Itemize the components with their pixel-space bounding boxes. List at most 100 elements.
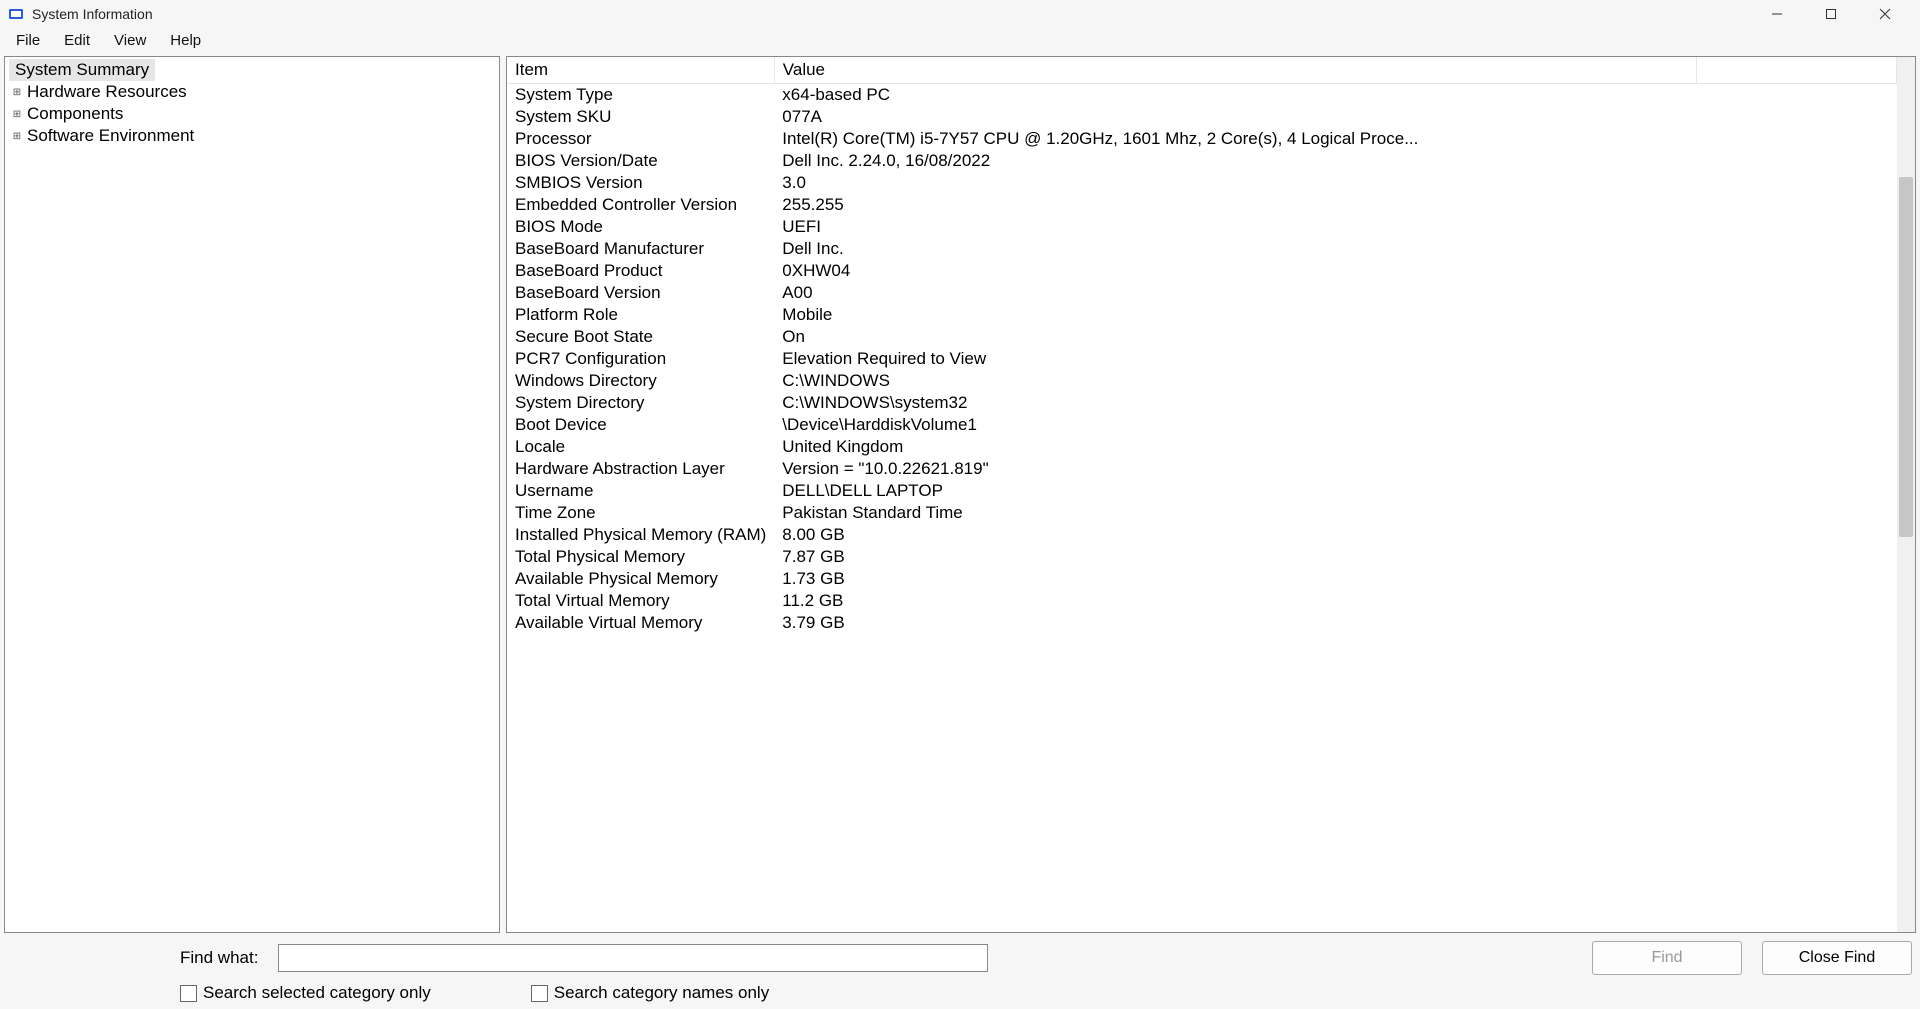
checkbox-label: Search selected category only xyxy=(203,983,431,1003)
scrollbar-thumb[interactable] xyxy=(1899,177,1913,537)
cell-value: DELL\DELL LAPTOP xyxy=(774,480,1696,502)
tree-item[interactable]: ⊞ Software Environment xyxy=(9,125,495,147)
table-row[interactable]: System DirectoryC:\WINDOWS\system32 xyxy=(507,392,1897,414)
table-row[interactable]: System SKU077A xyxy=(507,106,1897,128)
column-header-blank[interactable] xyxy=(1697,57,1897,84)
table-row[interactable]: ProcessorIntel(R) Core(TM) i5-7Y57 CPU @… xyxy=(507,128,1897,150)
cell-item: System Directory xyxy=(507,392,774,414)
table-row[interactable]: Available Virtual Memory3.79 GB xyxy=(507,612,1897,634)
find-what-label: Find what: xyxy=(180,948,258,968)
cell-value: C:\WINDOWS xyxy=(774,370,1696,392)
cell-item: Available Physical Memory xyxy=(507,568,774,590)
cell-item: Platform Role xyxy=(507,304,774,326)
cell-value: UEFI xyxy=(774,216,1696,238)
cell-item: Hardware Abstraction Layer xyxy=(507,458,774,480)
table-row[interactable]: PCR7 ConfigurationElevation Required to … xyxy=(507,348,1897,370)
table-row[interactable]: Installed Physical Memory (RAM)8.00 GB xyxy=(507,524,1897,546)
cell-value: Version = "10.0.22621.819" xyxy=(774,458,1696,480)
find-panel: Find what: Find Close Find Search select… xyxy=(0,933,1920,1009)
cell-value: \Device\HarddiskVolume1 xyxy=(774,414,1696,436)
column-header-item[interactable]: Item xyxy=(507,57,774,84)
cell-item: Username xyxy=(507,480,774,502)
table-row[interactable]: Platform RoleMobile xyxy=(507,304,1897,326)
table-row[interactable]: Embedded Controller Version255.255 xyxy=(507,194,1897,216)
table-row[interactable]: BIOS Version/DateDell Inc. 2.24.0, 16/08… xyxy=(507,150,1897,172)
menu-help[interactable]: Help xyxy=(158,30,213,51)
table-row[interactable]: SMBIOS Version3.0 xyxy=(507,172,1897,194)
table-row[interactable]: Time ZonePakistan Standard Time xyxy=(507,502,1897,524)
checkbox-icon xyxy=(180,985,197,1002)
cell-value: 077A xyxy=(774,106,1696,128)
cell-item: Locale xyxy=(507,436,774,458)
table-row[interactable]: BaseBoard Product0XHW04 xyxy=(507,260,1897,282)
cell-item: BIOS Version/Date xyxy=(507,150,774,172)
expand-icon[interactable]: ⊞ xyxy=(11,87,23,98)
titlebar: System Information xyxy=(0,0,1920,28)
cell-value: Mobile xyxy=(774,304,1696,326)
cell-value: 8.00 GB xyxy=(774,524,1696,546)
table-row[interactable]: Total Physical Memory7.87 GB xyxy=(507,546,1897,568)
table-row[interactable]: Available Physical Memory1.73 GB xyxy=(507,568,1897,590)
table-row[interactable]: Windows DirectoryC:\WINDOWS xyxy=(507,370,1897,392)
expand-icon[interactable]: ⊞ xyxy=(11,131,23,142)
cell-item: Installed Physical Memory (RAM) xyxy=(507,524,774,546)
cell-value: Pakistan Standard Time xyxy=(774,502,1696,524)
table-row[interactable]: BaseBoard VersionA00 xyxy=(507,282,1897,304)
find-button[interactable]: Find xyxy=(1592,941,1742,975)
table-row[interactable]: Hardware Abstraction LayerVersion = "10.… xyxy=(507,458,1897,480)
table-row[interactable]: UsernameDELL\DELL LAPTOP xyxy=(507,480,1897,502)
menu-file[interactable]: File xyxy=(4,30,52,51)
cell-value: 7.87 GB xyxy=(774,546,1696,568)
checkbox-search-category-names[interactable]: Search category names only xyxy=(531,983,769,1003)
cell-value: Intel(R) Core(TM) i5-7Y57 CPU @ 1.20GHz,… xyxy=(774,128,1696,150)
cell-value: 0XHW04 xyxy=(774,260,1696,282)
close-find-button[interactable]: Close Find xyxy=(1762,941,1912,975)
cell-value: 11.2 GB xyxy=(774,590,1696,612)
cell-item: Windows Directory xyxy=(507,370,774,392)
tree-item-label: Software Environment xyxy=(27,126,194,146)
table-row[interactable]: LocaleUnited Kingdom xyxy=(507,436,1897,458)
maximize-button[interactable] xyxy=(1808,0,1854,28)
table-row[interactable]: Boot Device\Device\HarddiskVolume1 xyxy=(507,414,1897,436)
cell-item: Processor xyxy=(507,128,774,150)
cell-item: System Type xyxy=(507,84,774,107)
close-button[interactable] xyxy=(1862,0,1908,28)
tree-item[interactable]: ⊞ Hardware Resources xyxy=(9,81,495,103)
cell-value: Dell Inc. 2.24.0, 16/08/2022 xyxy=(774,150,1696,172)
cell-value: x64-based PC xyxy=(774,84,1696,107)
minimize-button[interactable] xyxy=(1754,0,1800,28)
checkbox-label: Search category names only xyxy=(554,983,769,1003)
checkbox-search-selected-category[interactable]: Search selected category only xyxy=(180,983,431,1003)
tree-item[interactable]: ⊞Components xyxy=(9,103,495,125)
cell-value: A00 xyxy=(774,282,1696,304)
cell-value: 255.255 xyxy=(774,194,1696,216)
menu-edit[interactable]: Edit xyxy=(52,30,102,51)
cell-item: Total Physical Memory xyxy=(507,546,774,568)
cell-value: On xyxy=(774,326,1696,348)
cell-item: System SKU xyxy=(507,106,774,128)
table-row[interactable]: BaseBoard ManufacturerDell Inc. xyxy=(507,238,1897,260)
cell-item: Time Zone xyxy=(507,502,774,524)
table-row[interactable]: Total Virtual Memory11.2 GB xyxy=(507,590,1897,612)
tree-item-label: Hardware Resources xyxy=(27,82,187,102)
cell-item: BIOS Mode xyxy=(507,216,774,238)
table-row[interactable]: System Typex64-based PC xyxy=(507,84,1897,107)
cell-value: United Kingdom xyxy=(774,436,1696,458)
menu-view[interactable]: View xyxy=(102,30,158,51)
table-row[interactable]: BIOS ModeUEFI xyxy=(507,216,1897,238)
vertical-scrollbar[interactable] xyxy=(1897,57,1915,932)
column-header-value[interactable]: Value xyxy=(774,57,1696,84)
cell-item: Available Virtual Memory xyxy=(507,612,774,634)
find-input[interactable] xyxy=(278,944,988,972)
cell-item: PCR7 Configuration xyxy=(507,348,774,370)
cell-item: SMBIOS Version xyxy=(507,172,774,194)
menubar: File Edit View Help xyxy=(0,28,1920,54)
cell-value: Elevation Required to View xyxy=(774,348,1696,370)
tree-root-system-summary[interactable]: System Summary xyxy=(9,59,155,81)
expand-icon[interactable]: ⊞ xyxy=(11,109,23,120)
cell-item: BaseBoard Product xyxy=(507,260,774,282)
cell-item: Total Virtual Memory xyxy=(507,590,774,612)
main-content: System Summary ⊞ Hardware Resources⊞Compo… xyxy=(0,54,1920,933)
table-row[interactable]: Secure Boot StateOn xyxy=(507,326,1897,348)
details-table: Item Value System Typex64-based PCSystem… xyxy=(507,57,1897,634)
